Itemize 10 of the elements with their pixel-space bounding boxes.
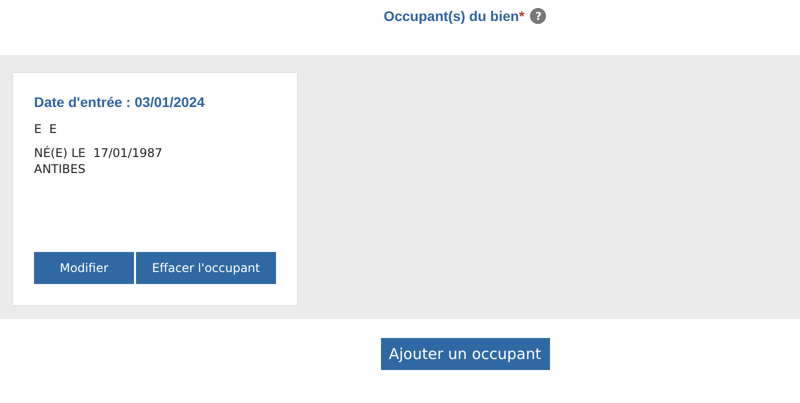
required-mark: * bbox=[518, 8, 524, 24]
add-occupant-button[interactable]: Ajouter un occupant bbox=[380, 338, 550, 370]
entry-date: Date d'entrée : 03/01/2024 bbox=[34, 94, 206, 110]
birthplace: ANTIBES bbox=[34, 162, 86, 176]
edit-button[interactable]: Modifier bbox=[34, 252, 134, 284]
occupant-name: E E bbox=[34, 122, 58, 136]
delete-button[interactable]: Effacer l'occupant bbox=[136, 252, 276, 284]
section-title: Occupant(s) du bien bbox=[384, 8, 519, 24]
help-icon[interactable]: ? bbox=[530, 8, 546, 24]
birth-date: NÉ(E) LE 17/01/1987 bbox=[34, 146, 164, 160]
